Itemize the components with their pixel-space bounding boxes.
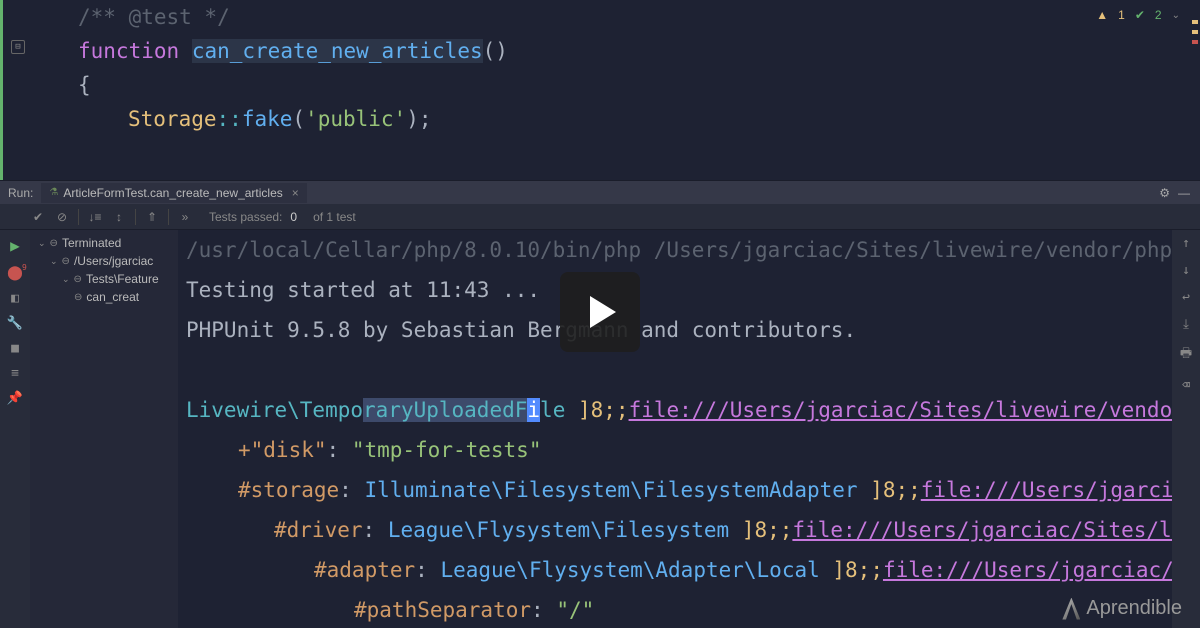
watermark: Aprendible <box>1062 597 1182 620</box>
terminated-icon: ⊖ <box>50 238 58 249</box>
terminated-icon: ⊖ <box>62 256 70 267</box>
stop-square-icon[interactable]: ■ <box>11 341 19 356</box>
collapse-icon[interactable]: ⇑ <box>144 210 160 224</box>
test-tree[interactable]: ⌄ ⊖ Terminated ⌄ ⊖ /Users/jgarciac ⌄ ⊖ T… <box>30 230 178 628</box>
file-link[interactable]: file:///Users/jgarciac/Sites/live <box>792 518 1172 542</box>
file-link[interactable]: file:///Users/jgarciac <box>921 478 1172 502</box>
play-icon[interactable]: ▶ <box>10 236 20 255</box>
scroll-icon[interactable]: ⤓ <box>1183 317 1189 332</box>
warning-icon: ▲ <box>1096 8 1108 22</box>
chevron-down-icon[interactable]: ⌄ <box>50 256 58 267</box>
check-icon[interactable]: ✔ <box>30 210 46 224</box>
console-line: #driver: League\Flysystem\Filesystem ]8;… <box>186 510 1172 550</box>
tree-root[interactable]: ⌄ ⊖ Terminated <box>30 234 178 252</box>
clear-icon[interactable]: ⌫ <box>1182 378 1190 393</box>
minimize-icon[interactable]: — <box>1178 186 1190 200</box>
check-icon: ✔ <box>1135 8 1145 22</box>
tree-item[interactable]: ⌄ ⊖ Tests\Feature <box>30 270 178 288</box>
close-icon[interactable]: × <box>292 186 299 200</box>
tests-passed-label: Tests passed: <box>209 210 282 224</box>
console-line: /usr/local/Cellar/php/8.0.10/bin/php /Us… <box>186 230 1172 270</box>
wrench-icon[interactable]: 🔧 <box>7 316 23 331</box>
console-right-rail: ↑ ↓ ↩ ⤓ 🖶 ⌫ <box>1172 230 1200 628</box>
inspections-widget[interactable]: ▲ 1 ✔ 2 ⌄ <box>1096 8 1180 22</box>
sort-icon[interactable]: ↓≡ <box>87 210 103 224</box>
separator <box>168 209 169 225</box>
console-line: +"disk": "tmp-for-tests" <box>186 430 1172 470</box>
wrap-icon[interactable]: ↩ <box>1182 290 1190 305</box>
test-toolbar: ✔ ⊘ ↓≡ ↕ ⇑ » Tests passed: 0 of 1 test <box>0 204 1200 230</box>
terminated-icon: ⊖ <box>74 274 82 285</box>
editor-gutter: ⊟ <box>3 0 33 180</box>
tree-item[interactable]: ⊖ can_creat <box>30 288 178 306</box>
test-icon: ⚗ <box>49 187 58 198</box>
chevron-down-icon[interactable]: ⌄ <box>1172 10 1180 21</box>
logo-icon <box>1062 598 1080 620</box>
check-count: 2 <box>1155 8 1162 22</box>
run-tab-label: ArticleFormTest.can_create_new_articles <box>63 186 282 200</box>
console-line: #storage: Illuminate\Filesystem\Filesyst… <box>186 470 1172 510</box>
console-line: Testing started at 11:43 ... <box>186 270 1172 310</box>
video-play-button[interactable] <box>560 272 640 352</box>
console-line: #adapter: League\Flysystem\Adapter\Local… <box>186 550 1172 590</box>
warning-count: 1 <box>1118 8 1125 22</box>
run-label: Run: <box>8 186 33 200</box>
code-line[interactable]: function can_create_new_articles() <box>38 34 1200 68</box>
list-icon[interactable]: ≡ <box>11 366 19 381</box>
code-line[interactable]: { <box>38 68 1200 102</box>
file-link[interactable]: file:///Users/jgarciac/Sites/livewire/ve… <box>629 398 1172 422</box>
console-line: Livewire\TemporaryUploadedFile ]8;;file:… <box>186 390 1172 430</box>
layout-icon[interactable]: ◧ <box>11 291 19 306</box>
console-line: #pathSeparator: "/" <box>186 590 1172 628</box>
terminated-icon: ⊖ <box>74 292 82 303</box>
play-icon <box>590 296 616 328</box>
chevron-down-icon[interactable]: ⌄ <box>62 274 70 285</box>
tree-item[interactable]: ⌄ ⊖ /Users/jgarciac <box>30 252 178 270</box>
disable-icon[interactable]: ⊘ <box>54 210 70 224</box>
console-line <box>186 350 1172 390</box>
chevron-right-icon[interactable]: » <box>177 210 193 224</box>
expand-icon[interactable]: ↕ <box>111 210 127 224</box>
code-line[interactable]: Storage::fake('public'); <box>38 102 1200 136</box>
scrollbar-markers <box>1190 0 1200 180</box>
tests-total: of 1 test <box>313 210 356 224</box>
gear-icon[interactable]: ⚙ <box>1159 186 1170 200</box>
chevron-down-icon[interactable]: ⌄ <box>38 238 46 249</box>
separator <box>78 209 79 225</box>
run-toolbar: Run: ⚗ ArticleFormTest.can_create_new_ar… <box>0 180 1200 204</box>
tests-passed-count: 0 <box>290 210 297 224</box>
console-output[interactable]: /usr/local/Cellar/php/8.0.10/bin/php /Us… <box>178 230 1172 628</box>
collapse-icon[interactable]: ⊟ <box>11 40 25 54</box>
file-link[interactable]: file:///Users/jgarciac/Site <box>883 558 1172 582</box>
run-config-tab[interactable]: ⚗ ArticleFormTest.can_create_new_article… <box>41 183 306 203</box>
run-left-rail: ▶ ⬤9 ◧ 🔧 ■ ≡ 📌 <box>0 230 30 628</box>
down-arrow-icon[interactable]: ↓ <box>1182 263 1190 278</box>
stop-icon[interactable]: ⬤9 <box>7 265 23 281</box>
console-line: PHPUnit 9.5.8 by Sebastian Bergmann and … <box>186 310 1172 350</box>
editor-pane[interactable]: ⊟ ▲ 1 ✔ 2 ⌄ /** @test */ function can_cr… <box>0 0 1200 180</box>
code-line[interactable]: /** @test */ <box>38 0 1200 34</box>
print-icon[interactable]: 🖶 <box>1180 344 1192 366</box>
pin-icon[interactable]: 📌 <box>7 391 23 406</box>
up-arrow-icon[interactable]: ↑ <box>1182 236 1190 251</box>
separator <box>135 209 136 225</box>
